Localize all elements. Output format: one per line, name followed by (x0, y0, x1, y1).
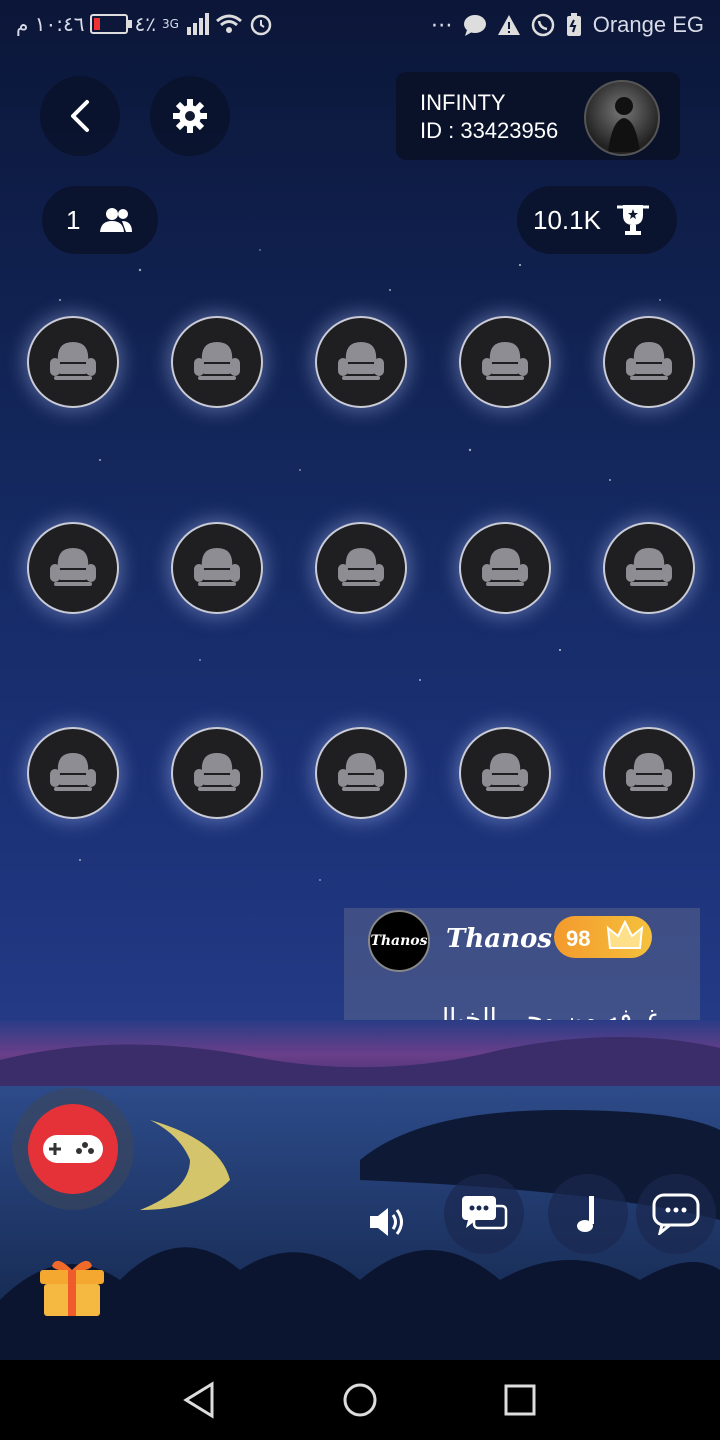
seat-slot[interactable] (171, 522, 263, 614)
online-count: 1 (66, 204, 81, 235)
level-number: 98 (566, 926, 591, 951)
seat-slot[interactable] (27, 316, 119, 408)
trophy-score: 10.1K (533, 204, 601, 235)
armchair-icon (50, 342, 96, 380)
armchair-icon (50, 753, 96, 791)
armchair-icon (626, 548, 672, 586)
music-button[interactable] (548, 1174, 628, 1254)
whatsapp-icon (531, 13, 554, 37)
gamepad-icon (43, 1135, 103, 1163)
nav-back-icon[interactable] (180, 1380, 220, 1420)
seat-slot[interactable] (27, 522, 119, 614)
clock: ١٠:٤٦ م (16, 12, 85, 36)
status-right: ⋯ Orange EG (431, 12, 704, 38)
seat-slot[interactable] (171, 316, 263, 408)
sender-name: Thanos (446, 924, 552, 954)
chevron-left-icon (71, 100, 89, 132)
seat-slot[interactable] (315, 316, 407, 408)
armchair-icon (482, 548, 528, 586)
armchair-icon (338, 548, 384, 586)
armchair-icon (626, 342, 672, 380)
seat-slot[interactable] (315, 522, 407, 614)
person-silhouette-icon (608, 97, 640, 152)
gift-icon (40, 1260, 104, 1316)
owner-name: INFINTY (420, 90, 506, 115)
gift-button[interactable] (36, 1256, 108, 1323)
music-note-icon (577, 1196, 594, 1232)
status-bar: ١٠:٤٦ م ٤٪ 3G ⋯ Orange EG (0, 0, 720, 50)
game-button[interactable] (12, 1088, 134, 1210)
signal-icon (186, 13, 209, 35)
more-notifications-icon: ⋯ (430, 12, 453, 37)
armchair-icon (626, 753, 672, 791)
armchair-icon (338, 342, 384, 380)
armchair-icon (50, 548, 96, 586)
carrier-name: Orange EG (592, 12, 704, 37)
alarm-icon (250, 14, 272, 36)
users-icon (100, 208, 133, 232)
level-badge: 98 (554, 916, 652, 958)
seat-slot[interactable] (27, 727, 119, 819)
back-button[interactable] (40, 76, 120, 156)
battery-icon (90, 14, 133, 34)
seat-slot[interactable] (603, 727, 695, 819)
network-type: 3G (161, 17, 179, 31)
nav-home-icon[interactable] (340, 1380, 380, 1420)
owner-id: ID : 33423956 (420, 118, 559, 143)
trophy-icon (616, 205, 649, 235)
seat-slot[interactable] (171, 727, 263, 819)
comment-button[interactable] (636, 1174, 716, 1254)
warning-icon (497, 15, 520, 35)
system-navbar (0, 1360, 720, 1440)
crown-icon (606, 920, 644, 949)
seat-slot[interactable] (459, 727, 551, 819)
sender-avatar[interactable]: Thanos (368, 910, 430, 972)
chat-button[interactable] (444, 1174, 524, 1254)
seat-slot[interactable] (603, 522, 695, 614)
sender-avatar-text: Thanos (370, 933, 428, 949)
battery-percent: ٤٪ (134, 12, 156, 36)
comment-icon (652, 1193, 700, 1235)
room-owner-card[interactable]: INFINTY ID : 33423956 (396, 72, 680, 160)
wifi-icon (215, 14, 242, 33)
armchair-icon (194, 548, 240, 586)
speaker-button[interactable] (348, 1182, 428, 1262)
message-notification-icon (463, 15, 486, 36)
speaker-icon (370, 1208, 403, 1236)
armchair-icon (338, 753, 384, 791)
armchair-icon (194, 342, 240, 380)
gear-icon (173, 99, 207, 133)
status-left: ١٠:٤٦ م ٤٪ 3G (16, 12, 273, 36)
armchair-icon (482, 342, 528, 380)
game-button-face (28, 1104, 118, 1194)
battery-saver-icon (566, 13, 581, 36)
settings-button[interactable] (150, 76, 230, 156)
armchair-icon (194, 753, 240, 791)
seat-slot[interactable] (459, 316, 551, 408)
armchair-icon (482, 753, 528, 791)
seat-slot[interactable] (315, 727, 407, 819)
seat-slot[interactable] (459, 522, 551, 614)
trophy-pill[interactable]: 10.1K (517, 186, 677, 254)
online-users-pill[interactable]: 1 (42, 186, 158, 254)
seat-slot[interactable] (603, 316, 695, 408)
nav-recents-icon[interactable] (500, 1380, 540, 1420)
chat-bubbles-icon (462, 1196, 508, 1230)
owner-avatar[interactable] (584, 80, 660, 156)
